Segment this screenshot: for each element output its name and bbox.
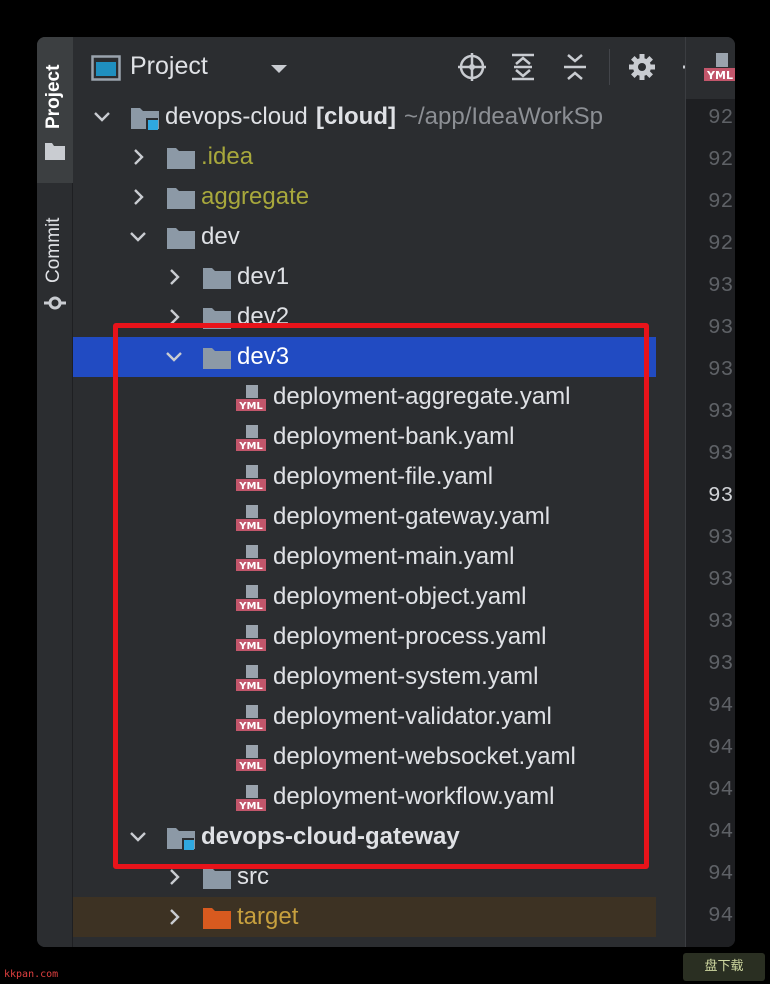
chevron-right-icon[interactable] [129, 189, 147, 205]
editor-gutter: YML 92 92 92 92 93 93 93 93 93 93 93 93 93 93 94 94 94 94… [685, 37, 735, 947]
line-number: 92 [708, 191, 734, 214]
tree-folder-row[interactable]: .idea [73, 137, 656, 177]
gear-icon[interactable] [626, 51, 658, 83]
line-number: 93 [708, 401, 734, 424]
tree-folder-row[interactable]: aggregate [73, 177, 656, 217]
project-panel-header: Project [73, 37, 685, 99]
tool-window-strip: Project Commit [37, 37, 73, 947]
chevron-right-icon[interactable] [165, 869, 183, 885]
line-number: 92 [708, 107, 734, 130]
chevron-right-icon[interactable] [165, 909, 183, 925]
project-view-title[interactable]: Project [130, 52, 208, 81]
yaml-file-icon: YML [704, 53, 735, 82]
tree-folder-row[interactable]: dev1 [73, 257, 656, 297]
line-number: 92 [708, 149, 734, 172]
project-tool-tab[interactable]: Project [37, 37, 73, 183]
folder-icon [167, 228, 195, 249]
line-number: 94 [708, 821, 734, 844]
collapse-all-icon[interactable] [559, 51, 591, 83]
line-number: 93 [708, 527, 734, 550]
tree-item-label: .idea [201, 143, 254, 170]
line-number: 93 [708, 275, 734, 298]
commit-icon [44, 296, 66, 310]
line-number: 94 [708, 939, 735, 947]
yaml-badge-label: YML [706, 69, 733, 82]
chevron-down-icon[interactable] [269, 62, 289, 76]
tree-item-label: devops-cloud [165, 103, 308, 130]
tree-item-label: dev [201, 223, 240, 250]
locate-icon[interactable] [456, 51, 488, 83]
line-number: 94 [708, 779, 734, 802]
chevron-right-icon[interactable] [165, 269, 183, 285]
red-highlight-box [113, 323, 649, 869]
project-view-icon [91, 55, 121, 81]
folder-icon [203, 268, 231, 289]
line-number: 93 [708, 317, 734, 340]
tree-folder-row[interactable]: target [73, 897, 656, 937]
line-number: 93 [708, 485, 734, 508]
module-folder-icon [131, 108, 159, 130]
folder-icon [45, 143, 65, 160]
tree-item-label: aggregate [201, 183, 310, 210]
header-divider [609, 49, 610, 85]
line-number: 94 [708, 737, 734, 760]
chevron-right-icon[interactable] [129, 149, 147, 165]
line-number: 94 [708, 863, 734, 886]
editor-tab[interactable]: YML [686, 37, 735, 99]
line-number: 93 [708, 359, 734, 382]
tree-folder-row[interactable]: devops-cloud [cloud] ~/app/IdeaWorkSp [73, 97, 656, 137]
folder-icon [167, 148, 195, 169]
watermark-right: 盘下载 [683, 953, 765, 981]
commit-tool-tab-label: Commit [43, 217, 64, 283]
line-number: 93 [708, 611, 734, 634]
project-path-label: ~/app/IdeaWorkSp [404, 103, 604, 130]
folder-icon [167, 188, 195, 209]
line-number: 93 [708, 443, 734, 466]
project-tool-tab-label: Project [43, 64, 64, 129]
line-number: 93 [708, 569, 734, 592]
line-number: 94 [708, 905, 734, 928]
line-number: 92 [708, 233, 734, 256]
tree-item-label: dev1 [237, 263, 290, 290]
module-name-label: [cloud] [316, 103, 396, 130]
tree-item-label: target [237, 903, 299, 930]
excluded-folder-icon [203, 908, 231, 929]
watermark-left: kkpan.com [4, 969, 59, 980]
chevron-down-icon[interactable] [129, 229, 147, 245]
line-number: 93 [708, 653, 734, 676]
chevron-down-icon[interactable] [93, 109, 111, 125]
expand-all-icon[interactable] [507, 51, 539, 83]
tree-folder-row[interactable]: dev [73, 217, 656, 257]
commit-tool-tab[interactable]: Commit [37, 187, 73, 317]
line-number: 94 [708, 695, 734, 718]
